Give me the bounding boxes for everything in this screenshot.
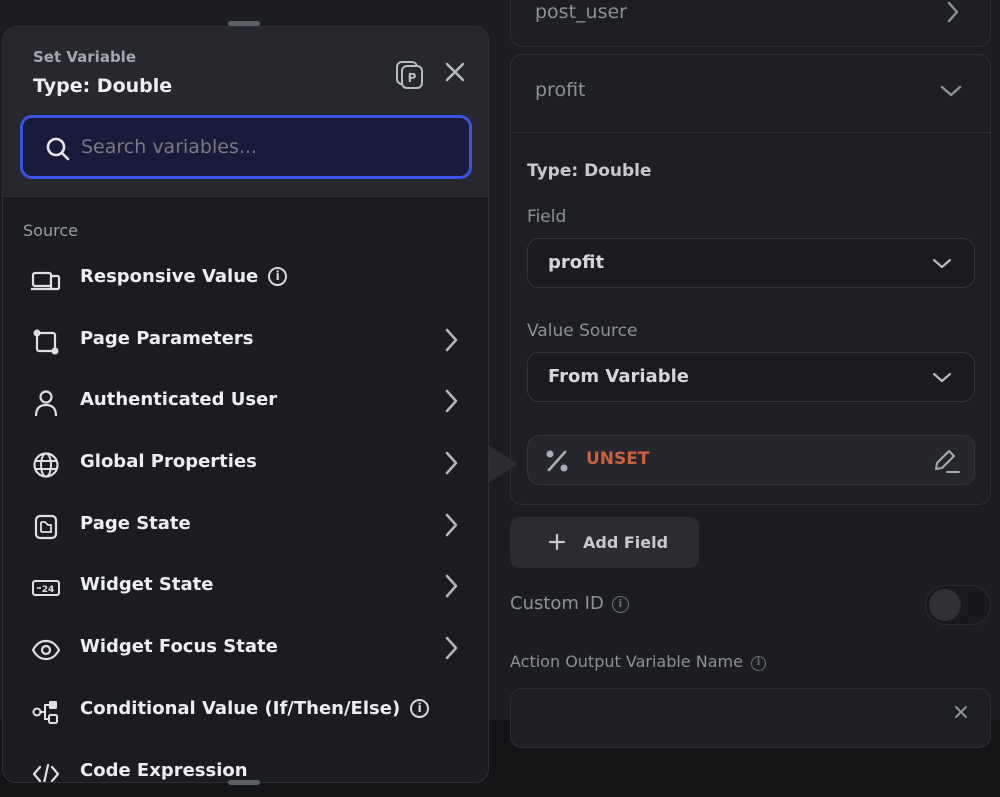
item-label: Widget State	[80, 574, 214, 595]
edit-pencil-icon[interactable]	[932, 448, 960, 478]
popup-title-small: Set Variable	[33, 48, 136, 66]
conditional-icon	[31, 697, 61, 727]
list-item-page-parameters[interactable]: Page Parameters	[3, 313, 488, 369]
clear-icon[interactable]	[954, 703, 968, 724]
globe-icon	[31, 450, 61, 480]
item-label: Widget Focus State	[80, 636, 278, 657]
drag-handle-bottom[interactable]	[228, 780, 260, 785]
chevron-down-icon	[932, 369, 952, 388]
post-user-label: post_user	[535, 1, 627, 23]
code-icon	[31, 759, 61, 782]
value-source-label: Value Source	[527, 321, 638, 341]
list-item-widget-focus-state[interactable]: Widget Focus State	[3, 621, 488, 677]
field-label: Field	[527, 207, 567, 227]
set-variable-popup: Set Variable Type: Double P Source Respo…	[2, 26, 489, 783]
eye-icon	[31, 635, 61, 665]
chevron-right-icon	[443, 635, 459, 665]
svg-text:P: P	[408, 71, 417, 85]
action-output-input[interactable]	[510, 688, 991, 748]
percent-icon	[544, 448, 570, 478]
custom-id-row: Custom ID i	[510, 593, 629, 614]
item-label: Authenticated User	[80, 389, 278, 410]
page-state-icon	[31, 512, 61, 542]
plus-icon	[548, 528, 566, 557]
value-source-dropdown[interactable]: From Variable	[527, 352, 975, 402]
unset-label: UNSET	[586, 449, 650, 469]
source-label: Source	[23, 221, 78, 240]
list-item-conditional-value[interactable]: Conditional Value (If/Then/Else) i	[3, 683, 488, 739]
search-box[interactable]	[20, 115, 472, 179]
item-label: Conditional Value (If/Then/Else) i	[80, 698, 430, 719]
devices-icon	[31, 265, 61, 295]
close-icon[interactable]	[444, 61, 466, 87]
value-source-value: From Variable	[548, 366, 689, 387]
toggle-knob	[929, 589, 961, 621]
field-dropdown[interactable]: profit	[527, 238, 975, 288]
stage: post_user profit Type: Double Field prof…	[0, 0, 1000, 797]
chevron-right-icon	[443, 327, 459, 357]
list-item-code-expression[interactable]: Code Expression	[3, 745, 488, 782]
info-icon[interactable]: i	[611, 596, 629, 613]
search-input[interactable]	[81, 132, 441, 162]
post-user-card[interactable]: post_user	[510, 0, 991, 47]
item-label: Responsive Value i	[80, 266, 288, 287]
widget-state-icon: 24	[31, 573, 61, 603]
item-label: Code Expression	[80, 760, 248, 781]
profit-card: profit Type: Double Field profit Value S…	[510, 54, 991, 505]
parameter-icon[interactable]: P	[395, 60, 425, 94]
popup-pointer-arrow	[488, 445, 518, 483]
svg-text:24: 24	[42, 585, 55, 595]
field-value: profit	[548, 252, 605, 273]
action-output-label: Action Output Variable Name	[510, 652, 743, 671]
info-icon[interactable]: i	[268, 267, 288, 286]
list-item-global-properties[interactable]: Global Properties	[3, 436, 488, 492]
type-label: Type: Double	[527, 161, 652, 181]
list-item-widget-state[interactable]: 24 Widget State	[3, 559, 488, 615]
drag-handle-top[interactable]	[228, 21, 260, 26]
list-item-responsive-value[interactable]: Responsive Value i	[3, 251, 488, 307]
chevron-down-icon	[940, 83, 962, 102]
action-output-row: Action Output Variable Name i	[510, 652, 766, 671]
nodes-icon	[31, 327, 61, 357]
unset-variable-box[interactable]: UNSET	[527, 435, 975, 485]
add-field-label: Add Field	[583, 533, 669, 552]
profit-label: profit	[535, 79, 586, 101]
popup-header: Set Variable Type: Double P	[3, 27, 488, 197]
custom-id-label: Custom ID	[510, 593, 604, 614]
item-label: Page Parameters	[80, 328, 254, 349]
chevron-right-icon	[443, 388, 459, 418]
chevron-right-icon	[443, 512, 459, 542]
chevron-down-icon	[932, 255, 952, 274]
chevron-right-icon	[946, 1, 960, 28]
profit-header[interactable]: profit	[511, 55, 990, 133]
search-icon	[45, 136, 71, 166]
item-label: Page State	[80, 513, 191, 534]
add-field-button[interactable]: Add Field	[510, 517, 699, 568]
list-item-page-state[interactable]: Page State	[3, 498, 488, 554]
user-icon	[31, 388, 61, 418]
info-icon[interactable]: i	[410, 699, 430, 718]
list-item-authenticated-user[interactable]: Authenticated User	[3, 374, 488, 430]
popup-title-large: Type: Double	[33, 75, 173, 97]
custom-id-toggle[interactable]	[925, 585, 991, 625]
info-icon[interactable]: i	[750, 656, 766, 671]
item-label: Global Properties	[80, 451, 257, 472]
chevron-right-icon	[443, 573, 459, 603]
chevron-right-icon	[443, 450, 459, 480]
right-panel: post_user profit Type: Double Field prof…	[490, 0, 1000, 748]
